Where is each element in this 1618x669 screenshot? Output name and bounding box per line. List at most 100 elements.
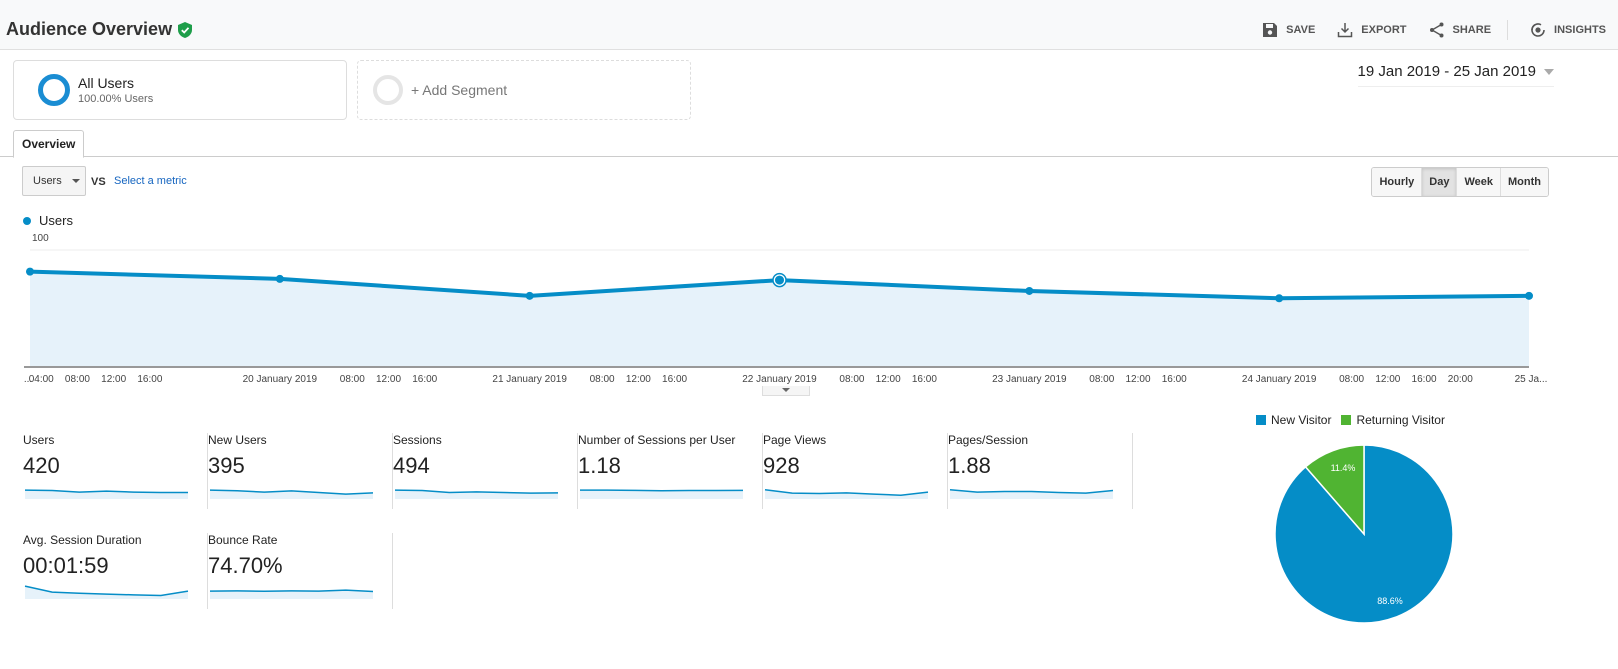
- x-tick-label: 22 January 2019: [742, 374, 817, 385]
- scorecard-label: Users: [23, 433, 55, 447]
- data-point[interactable]: [1275, 294, 1284, 303]
- interval-day-button[interactable]: Day: [1421, 168, 1457, 196]
- x-tick-label: 25 Ja...: [1515, 374, 1548, 385]
- sparkline: [209, 489, 374, 499]
- scorecard-value: 395: [208, 453, 245, 478]
- share-label: SHARE: [1452, 24, 1492, 36]
- pie-legend: New Visitor Returning Visitor: [1256, 413, 1445, 427]
- scorecard-label: New Users: [208, 433, 267, 447]
- export-button[interactable]: EXPORT: [1337, 22, 1407, 38]
- sparkline: [24, 489, 188, 499]
- x-tick-label: 20 January 2019: [243, 374, 318, 385]
- pie-label-returning-visitor: 11.4%: [1331, 463, 1356, 473]
- scorecard-value: 1.88: [948, 453, 991, 478]
- report-actions: SAVE EXPORT SHARE INSIGHTS: [1240, 20, 1606, 40]
- x-tick-label: 12:00: [1375, 374, 1400, 385]
- scorecard[interactable]: Avg. Session Duration 00:01:59: [23, 533, 208, 609]
- share-button[interactable]: SHARE: [1429, 22, 1492, 38]
- pie-legend-returning-visitor[interactable]: Returning Visitor: [1341, 413, 1445, 427]
- x-tick-label: 16:00: [137, 374, 162, 385]
- scorecard[interactable]: New Users 395: [208, 433, 393, 509]
- sparkline-line: [580, 489, 744, 492]
- data-point-highlighted-core: [775, 275, 784, 285]
- legend-label-new-visitor: New Visitor: [1271, 413, 1332, 427]
- x-tick-label: 24 January 2019: [1242, 374, 1317, 385]
- scorecard-label: Avg. Session Duration: [23, 533, 142, 547]
- y-tick-label: 100: [32, 233, 49, 244]
- x-tick-label: 08:00: [839, 374, 864, 385]
- tab-overview[interactable]: Overview: [13, 130, 85, 158]
- x-tick-label: 12:00: [376, 374, 401, 385]
- x-tick-label: 16:00: [1162, 374, 1187, 385]
- report-tabs: Overview: [0, 128, 1618, 158]
- scorecard-value: 494: [393, 453, 430, 478]
- scorecard[interactable]: Sessions 494: [393, 433, 578, 509]
- legend-swatch-returning-visitor: [1341, 415, 1352, 425]
- x-tick-label: 08:00: [1339, 374, 1364, 385]
- x-tick-label: 20:00: [1448, 374, 1473, 385]
- pie-label-new-visitor: 88.6%: [1377, 596, 1403, 606]
- scorecard-value: 420: [23, 453, 60, 478]
- scorecard-divider: [392, 533, 393, 609]
- save-icon: [1263, 23, 1278, 37]
- scorecard-label: Bounce Rate: [208, 533, 278, 547]
- page-title: Audience Overview: [6, 19, 193, 40]
- segment-subtitle: 100.00% Users: [78, 93, 154, 105]
- scorecard[interactable]: Bounce Rate 74.70%: [208, 533, 393, 609]
- sparkline-area: [25, 586, 188, 599]
- scorecard-value: 1.18: [578, 453, 621, 478]
- page-title-text: Audience Overview: [6, 19, 173, 39]
- share-icon: [1429, 22, 1444, 38]
- x-tick-label: 16:00: [1412, 374, 1437, 385]
- select-metric-link[interactable]: Select a metric: [114, 175, 187, 187]
- x-tick-label: 08:00: [590, 374, 615, 385]
- insights-button[interactable]: INSIGHTS: [1530, 22, 1606, 38]
- sparkline: [764, 488, 929, 499]
- scorecard-divider: [1132, 433, 1133, 509]
- vs-label: VS: [91, 176, 106, 188]
- save-button[interactable]: SAVE: [1262, 22, 1315, 38]
- date-range-picker[interactable]: 19 Jan 2019 - 25 Jan 2019: [1357, 63, 1554, 87]
- add-segment-button[interactable]: + Add Segment: [357, 60, 691, 120]
- x-tick-label: 12:00: [101, 374, 126, 385]
- chevron-down-icon: [1544, 68, 1554, 75]
- data-point[interactable]: [525, 291, 534, 300]
- add-segment-label: + Add Segment: [411, 82, 508, 98]
- x-tick-label: 12:00: [1125, 374, 1150, 385]
- segment-ring-placeholder-icon: [373, 75, 403, 105]
- scorecard[interactable]: Users 420: [23, 433, 208, 509]
- scorecard[interactable]: Pages/Session 1.88: [948, 433, 1133, 509]
- x-tick-label: 16:00: [412, 374, 437, 385]
- segment-name: All Users: [78, 75, 135, 91]
- pie-legend-new-visitor[interactable]: New Visitor: [1256, 413, 1331, 427]
- segment-all-users[interactable]: All Users 100.00% Users: [13, 60, 347, 120]
- x-tick-label: 16:00: [662, 374, 687, 385]
- scorecard[interactable]: Page Views 928: [763, 433, 948, 509]
- interval-toggle: Hourly Day Week Month: [1371, 167, 1549, 197]
- data-point[interactable]: [1525, 291, 1533, 300]
- metric-dropdown-value: Users: [33, 175, 62, 187]
- sparkline: [209, 589, 374, 599]
- data-point[interactable]: [1025, 286, 1034, 295]
- sparkline: [949, 488, 1114, 499]
- users-line-chart[interactable]: 50100...04:0008:0012:0016:0020 January 2…: [0, 232, 1618, 392]
- data-point[interactable]: [275, 274, 284, 283]
- visitor-type-pie-chart[interactable]: 88.6% 11.4%: [1274, 444, 1454, 624]
- chart-collapse-handle[interactable]: [762, 386, 810, 396]
- scorecard-value: 00:01:59: [23, 553, 109, 578]
- sparkline: [580, 489, 744, 499]
- scorecard-label: Pages/Session: [948, 433, 1029, 447]
- scorecard-value: 928: [763, 453, 800, 478]
- scorecard-label: Sessions: [393, 433, 442, 447]
- legend-label-users: Users: [39, 213, 73, 228]
- data-point[interactable]: [26, 267, 34, 276]
- interval-month-button[interactable]: Month: [1500, 168, 1548, 196]
- sparkline: [394, 489, 559, 499]
- scorecard[interactable]: Number of Sessions per User 1.18: [578, 433, 763, 509]
- metric-dropdown[interactable]: Users: [22, 166, 86, 196]
- interval-week-button[interactable]: Week: [1456, 168, 1501, 196]
- x-tick-label: 12:00: [876, 374, 901, 385]
- x-tick-label: 16:00: [912, 374, 937, 385]
- interval-hourly-button[interactable]: Hourly: [1372, 168, 1422, 196]
- segment-ring-icon: [38, 74, 70, 106]
